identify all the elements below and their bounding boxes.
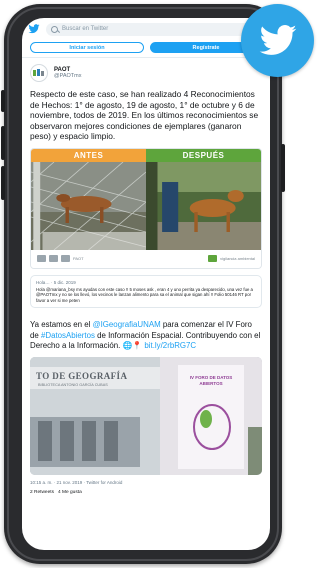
quoted-tweet[interactable]: Hola… · 5 dic. 2019 Hola @mariana_bsy ms… — [30, 274, 262, 309]
phone-frame: Buscar en Twitter Iniciar sesión Regístr… — [1, 4, 285, 564]
login-button[interactable]: Iniciar sesión — [30, 42, 144, 53]
timestamp[interactable]: 10:15 a. m. · 21 nov. 2019 · Twitter for… — [30, 480, 262, 485]
url-link[interactable]: bit.ly/2rbRG7C — [144, 341, 196, 350]
retweets-count[interactable]: 2 Retweets — [30, 490, 54, 495]
author-handle[interactable]: @PAOTmx — [54, 73, 81, 79]
event-photo[interactable]: TO DE GEOGRAFÍA BIBLIOTECA ANTONIO GARCÍ… — [30, 357, 262, 476]
after-photo — [146, 161, 261, 250]
tweet-text: Respecto de este caso, se han realizado … — [30, 89, 259, 142]
avatar[interactable] — [30, 64, 48, 82]
antes-label: ANTES — [31, 148, 146, 162]
twitter-bird-icon[interactable] — [28, 23, 40, 35]
quote-header: Hola… · 5 dic. 2019 — [36, 279, 76, 285]
before-after-image[interactable]: ANTES DESPUÉS PAOT vigilancia ambiental — [30, 147, 262, 269]
search-input[interactable]: Buscar en Twitter — [46, 22, 264, 36]
second-tweet[interactable]: Ya estamos en el @IGeografiaUNAM para co… — [22, 314, 270, 501]
logo-left-text: PAOT — [73, 256, 84, 262]
despues-label: DESPUÉS — [146, 148, 261, 162]
likes-count[interactable]: 4 Me gusta — [58, 490, 82, 495]
screen: Buscar en Twitter Iniciar sesión Regístr… — [22, 18, 270, 550]
banner-subtext: BIBLIOTECA ANTONIO GARCÍA CUBAS — [38, 383, 108, 388]
second-tweet-text: Ya estamos en el @IGeografiaUNAM para co… — [30, 320, 261, 350]
top-bar: Buscar en Twitter — [22, 18, 270, 40]
search-icon — [51, 25, 58, 33]
search-placeholder: Buscar en Twitter — [62, 26, 109, 32]
before-photo — [31, 161, 146, 250]
stage: Buscar en Twitter Iniciar sesión Regístr… — [0, 0, 315, 568]
logo-right-text: vigilancia ambiental — [220, 256, 255, 262]
poster-title: IV FORO DE DATOS ABIERTOS — [189, 375, 233, 386]
hashtag-link[interactable]: #DatosAbiertos — [41, 331, 95, 340]
quote-text: Hola @mariana_bsy ms ayudas con este cas… — [36, 286, 253, 303]
twitter-bird-icon — [259, 24, 296, 55]
mention-link[interactable]: @IGeografiaUNAM — [93, 320, 161, 329]
banner-sign: TO DE GEOGRAFÍA — [36, 371, 128, 382]
twitter-logo-badge — [241, 4, 314, 77]
tweet-card[interactable]: PAOT @PAOTmx Respecto de este caso, se h… — [22, 58, 270, 314]
engagement-stats: 2 Retweets 4 Me gusta — [30, 490, 262, 495]
